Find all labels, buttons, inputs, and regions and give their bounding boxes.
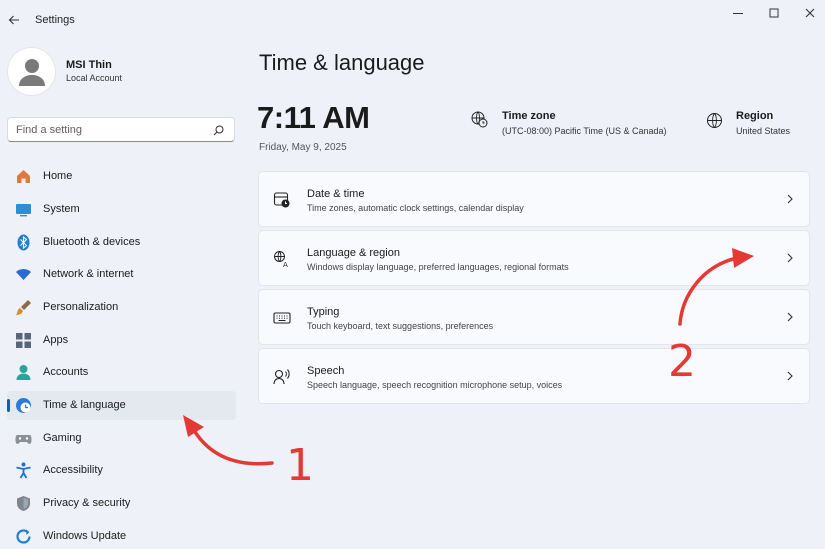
minimize-icon bbox=[733, 13, 743, 14]
sidebar-item-label: Time & language bbox=[43, 399, 126, 411]
close-button[interactable] bbox=[795, 4, 825, 22]
annotation-number-1: 1 bbox=[286, 440, 314, 491]
page-title: Time & language bbox=[259, 50, 425, 75]
timezone-value: (UTC-08:00) Pacific Time (US & Canada) bbox=[502, 126, 667, 136]
update-icon bbox=[15, 528, 32, 545]
sidebar-item-label: Bluetooth & devices bbox=[43, 236, 141, 248]
globe-icon bbox=[706, 112, 723, 129]
sidebar-item-privacy[interactable]: Privacy & security bbox=[7, 489, 236, 518]
search-input[interactable] bbox=[16, 122, 206, 138]
sidebar-item-system[interactable]: System bbox=[7, 195, 236, 224]
card-title: Typing bbox=[307, 306, 340, 318]
sidebar-item-bluetooth[interactable]: Bluetooth & devices bbox=[7, 228, 236, 257]
card-title: Language & region bbox=[307, 247, 400, 259]
calendar-clock-icon bbox=[273, 191, 291, 209]
timezone-title: Time zone bbox=[502, 110, 556, 122]
system-icon bbox=[15, 201, 32, 218]
maximize-icon bbox=[769, 8, 779, 18]
annotation-number-2: 2 bbox=[668, 336, 696, 387]
search-icon bbox=[213, 125, 224, 136]
language-icon: A bbox=[273, 250, 291, 268]
sidebar-item-windows-update[interactable]: Windows Update bbox=[7, 522, 236, 549]
sidebar-item-label: Privacy & security bbox=[43, 497, 131, 509]
annotation-arrow-1 bbox=[183, 415, 274, 466]
person-icon bbox=[15, 364, 32, 381]
sidebar-item-label: Accounts bbox=[43, 366, 89, 378]
speech-card[interactable]: Speech Speech language, speech recogniti… bbox=[258, 348, 810, 404]
region-value: United States bbox=[736, 126, 791, 136]
sidebar-item-label: Accessibility bbox=[43, 464, 103, 476]
sidebar-item-apps[interactable]: Apps bbox=[7, 326, 236, 355]
minimize-button[interactable] bbox=[723, 4, 753, 22]
sidebar-item-label: Apps bbox=[43, 334, 69, 346]
card-title: Speech bbox=[307, 365, 345, 377]
globe-clock-icon bbox=[15, 397, 32, 414]
sidebar-item-label: Windows Update bbox=[43, 530, 127, 542]
speech-icon bbox=[273, 368, 291, 386]
globe-clock-icon bbox=[471, 111, 488, 128]
back-button[interactable] bbox=[6, 12, 22, 28]
search-box[interactable] bbox=[7, 117, 235, 142]
sidebar-item-home[interactable]: Home bbox=[7, 162, 236, 191]
account-type: Local Account bbox=[66, 73, 123, 83]
sidebar-item-accounts[interactable]: Accounts bbox=[7, 358, 236, 387]
chevron-right-icon bbox=[787, 253, 793, 263]
sidebar-item-network[interactable]: Network & internet bbox=[7, 260, 236, 289]
keyboard-icon bbox=[273, 309, 291, 327]
card-description: Windows display language, preferred lang… bbox=[307, 262, 569, 272]
apps-icon bbox=[15, 332, 32, 349]
card-description: Touch keyboard, text suggestions, prefer… bbox=[307, 321, 494, 331]
chevron-right-icon bbox=[787, 312, 793, 322]
person-icon bbox=[18, 58, 45, 86]
user-name: MSI Thin bbox=[66, 59, 112, 71]
current-time: 7:11 AM bbox=[257, 100, 370, 135]
sidebar-item-personalization[interactable]: Personalization bbox=[7, 293, 236, 322]
brush-icon bbox=[15, 299, 32, 316]
active-indicator bbox=[7, 399, 10, 412]
date-time-card[interactable]: Date & time Time zones, automatic clock … bbox=[258, 171, 810, 227]
title-bar: Settings bbox=[0, 0, 825, 40]
sidebar-item-label: System bbox=[43, 203, 80, 215]
avatar[interactable] bbox=[7, 47, 56, 96]
sidebar-item-label: Network & internet bbox=[43, 268, 134, 280]
app-title: Settings bbox=[35, 14, 75, 26]
chevron-right-icon bbox=[787, 371, 793, 381]
card-title: Date & time bbox=[307, 188, 365, 200]
card-description: Speech language, speech recognition micr… bbox=[307, 380, 563, 390]
maximize-button[interactable] bbox=[759, 4, 789, 22]
shield-icon bbox=[15, 495, 32, 512]
close-icon bbox=[805, 8, 815, 18]
home-icon bbox=[15, 168, 32, 185]
gamepad-icon bbox=[15, 430, 32, 447]
chevron-right-icon bbox=[787, 194, 793, 204]
region-title: Region bbox=[736, 110, 774, 122]
sidebar-item-label: Gaming bbox=[43, 432, 82, 444]
annotation-arrow-2 bbox=[678, 248, 754, 326]
current-date: Friday, May 9, 2025 bbox=[259, 142, 347, 153]
svg-text:A: A bbox=[283, 261, 288, 268]
sidebar-item-label: Personalization bbox=[43, 301, 119, 313]
sidebar-item-label: Home bbox=[43, 170, 73, 182]
card-description: Time zones, automatic clock settings, ca… bbox=[307, 203, 524, 213]
wifi-icon bbox=[15, 266, 32, 283]
accessibility-icon bbox=[15, 462, 32, 479]
back-arrow-icon bbox=[8, 15, 19, 25]
bluetooth-icon bbox=[15, 234, 32, 251]
